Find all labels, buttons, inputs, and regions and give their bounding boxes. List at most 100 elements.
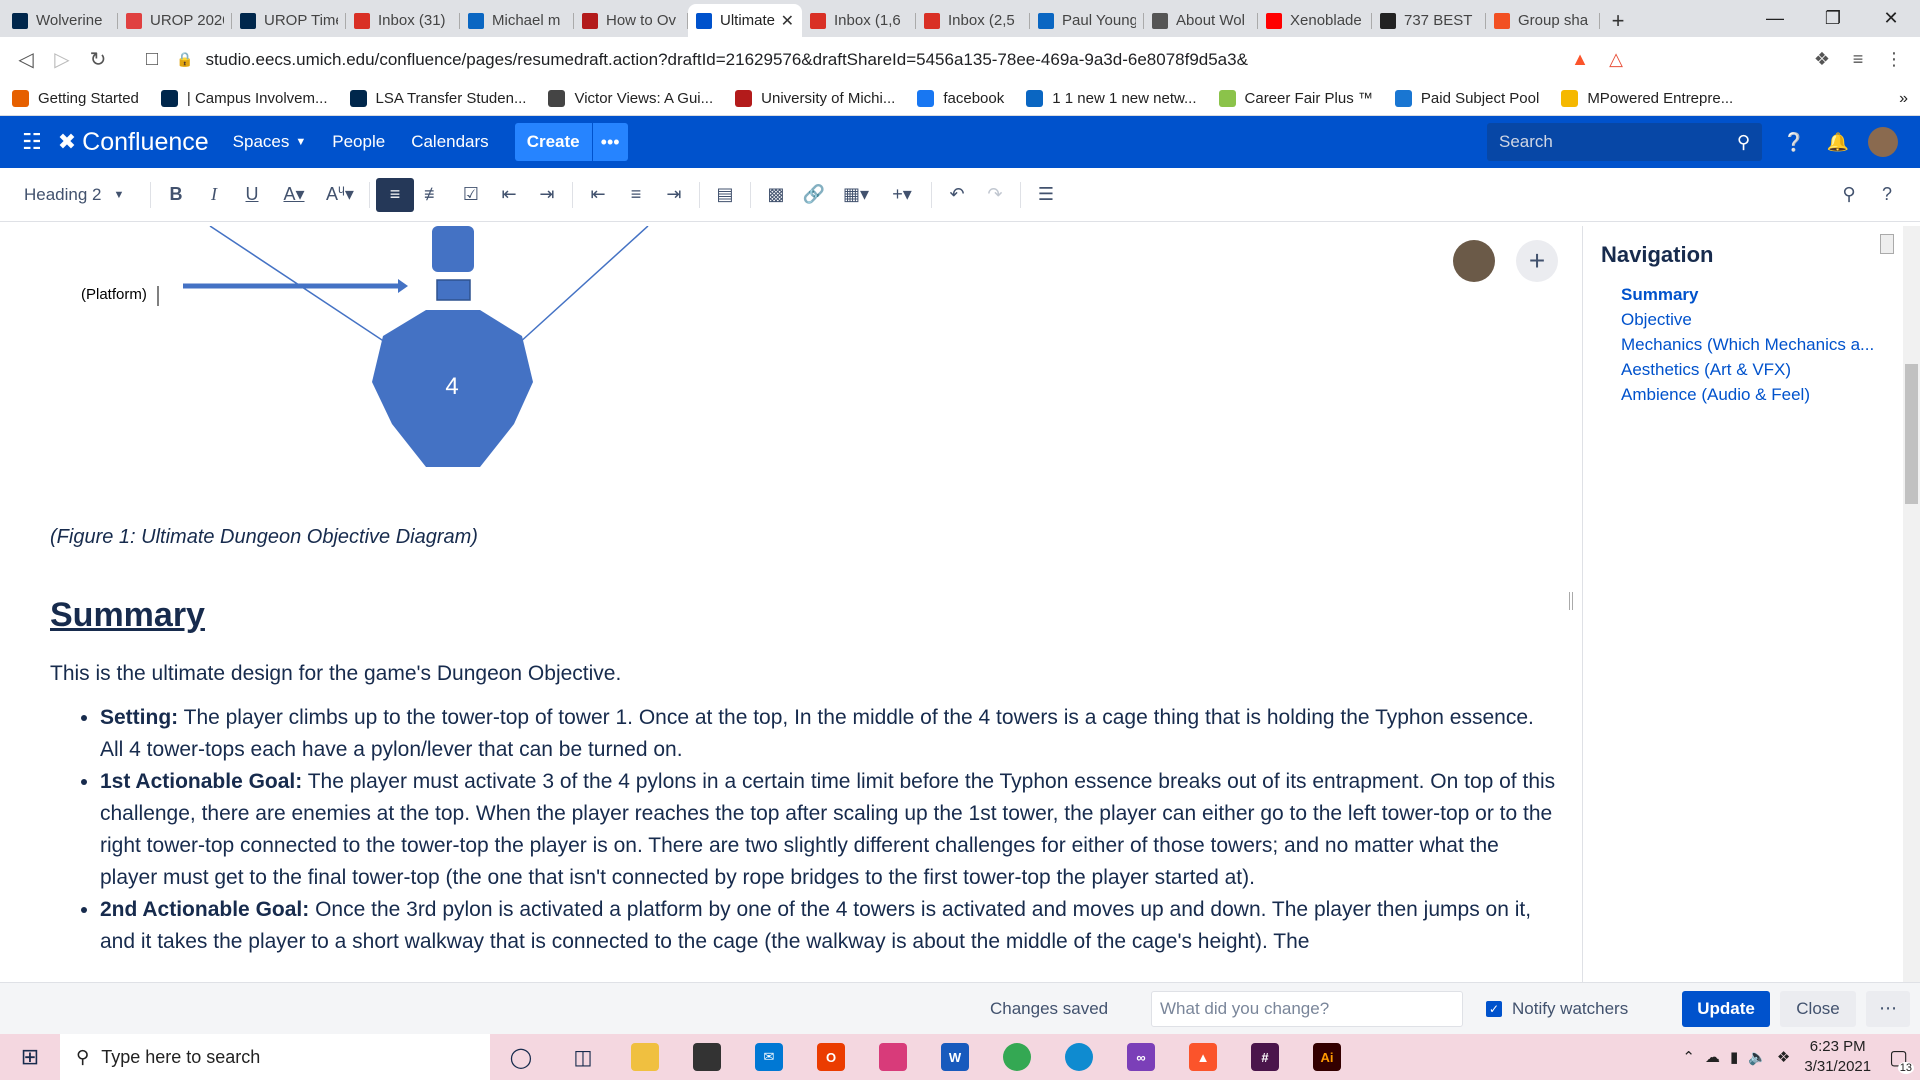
taskbar-search-input[interactable]: ⚲ Type here to search — [60, 1034, 490, 1080]
more-options-button[interactable]: ⋯ — [1866, 990, 1910, 1027]
browser-menu-icon[interactable]: ⋮ — [1876, 42, 1912, 78]
brave-icon[interactable]: ▲ — [1172, 1034, 1234, 1080]
list-item[interactable]: 1st Actionable Goal: The player must act… — [100, 766, 1560, 894]
update-button[interactable]: Update — [1682, 990, 1770, 1027]
insert-table-icon[interactable]: ▦▾ — [833, 178, 879, 212]
panel-scroll-handle[interactable] — [1880, 234, 1894, 254]
nav-link-mechanics[interactable]: Mechanics (Which Mechanics a... — [1621, 332, 1920, 357]
intro-paragraph[interactable]: This is the ultimate design for the game… — [50, 658, 1560, 690]
figure-caption[interactable]: (Figure 1: Ultimate Dungeon Objective Di… — [50, 526, 478, 549]
clock[interactable]: 6:23 PM 3/31/2021 — [1804, 1037, 1871, 1077]
extensions-icon[interactable]: ❖ — [1804, 42, 1840, 78]
task-list-icon[interactable]: ☑ — [452, 178, 490, 212]
bookmark-item[interactable]: 1 1 new 1 new netw... — [1026, 90, 1197, 107]
minimize-button[interactable]: — — [1746, 0, 1804, 37]
confluence-logo[interactable]: ✖ Confluence — [58, 128, 209, 157]
reading-list-icon[interactable]: ≡ — [1840, 42, 1876, 78]
store-icon[interactable] — [676, 1034, 738, 1080]
align-right-icon[interactable]: ⇥ — [655, 178, 693, 212]
nav-link-ambience[interactable]: Ambience (Audio & Feel) — [1621, 382, 1920, 407]
back-icon[interactable]: ◁ — [8, 42, 44, 78]
bookmark-item[interactable]: facebook — [917, 90, 1004, 107]
action-center-icon[interactable]: ▢ 13 — [1889, 1045, 1914, 1074]
document-body[interactable]: This is the ultimate design for the game… — [50, 658, 1560, 958]
edge-icon[interactable] — [1048, 1034, 1110, 1080]
browser-tab[interactable]: Wolverine — [4, 4, 118, 37]
visual-studio-icon[interactable]: ∞ — [1110, 1034, 1172, 1080]
align-center-icon[interactable]: ≡ — [617, 178, 655, 212]
close-button[interactable]: Close — [1780, 990, 1856, 1027]
task-view-icon[interactable]: ◫ — [552, 1034, 614, 1080]
word-icon[interactable]: W — [924, 1034, 986, 1080]
browser-tab[interactable]: How to Ov — [574, 4, 688, 37]
text-color-icon[interactable]: A▾ — [271, 178, 317, 212]
tab-close-icon[interactable]: ✕ — [781, 11, 794, 31]
mail-icon[interactable]: ✉ — [738, 1034, 800, 1080]
objective-diagram[interactable]: 4 (Platform) — [0, 226, 700, 476]
browser-tab[interactable]: UROP 2020 — [118, 4, 232, 37]
new-tab-button[interactable]: + — [1600, 4, 1636, 37]
onedrive-icon[interactable]: ☁ — [1705, 1048, 1720, 1066]
add-collaborator-button[interactable]: + — [1516, 240, 1558, 282]
browser-tab[interactable]: Xenoblade — [1258, 4, 1372, 37]
create-more-button[interactable]: ••• — [591, 123, 628, 161]
summary-heading[interactable]: Summary — [50, 596, 205, 635]
list-item[interactable]: Setting: The player climbs up to the tow… — [100, 702, 1560, 766]
search-input[interactable]: Search ⚲ — [1487, 123, 1762, 161]
browser-tab[interactable]: UROP Timesheet — [232, 4, 346, 37]
brave-rewards-icon[interactable]: △ — [1598, 42, 1634, 78]
table-of-contents-icon[interactable]: ☰ — [1027, 178, 1065, 212]
dropbox-icon[interactable]: ❖ — [1777, 1048, 1790, 1066]
create-button[interactable]: Create — [514, 123, 592, 161]
reload-icon[interactable]: ↻ — [80, 42, 116, 78]
bookmark-item[interactable]: | Campus Involvem... — [160, 90, 328, 107]
help-icon[interactable]: ❔ — [1772, 132, 1816, 153]
undo-icon[interactable]: ↶ — [938, 178, 976, 212]
bookmark-item[interactable]: University of Michi... — [735, 90, 895, 107]
chrome-icon[interactable] — [986, 1034, 1048, 1080]
bookmark-item[interactable]: Getting Started — [12, 90, 139, 107]
underline-icon[interactable]: U — [233, 178, 271, 212]
user-avatar[interactable] — [1868, 127, 1898, 157]
scrollbar-thumb[interactable] — [1905, 364, 1918, 504]
illustrator-icon[interactable]: Ai — [1296, 1034, 1358, 1080]
browser-tab[interactable]: Inbox (31) — [346, 4, 460, 37]
text-style-dropdown[interactable]: Heading 2 ▼ — [14, 185, 144, 205]
nav-link-summary[interactable]: Summary — [1621, 282, 1920, 307]
collaborator-avatar[interactable] — [1453, 240, 1495, 282]
page-layout-icon[interactable]: ▤ — [706, 178, 744, 212]
bookmark-item[interactable]: Victor Views: A Gui... — [548, 90, 713, 107]
nav-calendars[interactable]: Calendars — [411, 132, 489, 152]
bookmark-item[interactable]: MPowered Entrepre... — [1561, 90, 1733, 107]
windows-start-icon[interactable]: ⊞ — [0, 1044, 60, 1070]
browser-tab[interactable]: 737 BEST — [1372, 4, 1486, 37]
editor-canvas[interactable]: 4 (Platform) (Figure 1: Ultimate Dungeon… — [0, 226, 1583, 982]
browser-tab[interactable]: Group sha — [1486, 4, 1600, 37]
window-close-button[interactable]: ✕ — [1862, 0, 1920, 37]
panel-resize-handle[interactable] — [1569, 592, 1573, 610]
notifications-icon[interactable]: 🔔 — [1816, 132, 1860, 153]
redo-icon[interactable]: ↷ — [976, 178, 1014, 212]
insert-link-icon[interactable]: 🔗 — [795, 178, 833, 212]
nav-people[interactable]: People — [332, 132, 385, 152]
indent-icon[interactable]: ⇥ — [528, 178, 566, 212]
find-replace-icon[interactable]: ⚲ — [1830, 178, 1868, 212]
nav-link-aesthetics[interactable]: Aesthetics (Art & VFX) — [1621, 357, 1920, 382]
browser-tab[interactable]: Michael m — [460, 4, 574, 37]
battery-icon[interactable]: ▮ — [1730, 1048, 1738, 1066]
forward-icon[interactable]: ▷ — [44, 42, 80, 78]
bookmark-item[interactable]: LSA Transfer Studen... — [349, 90, 526, 107]
change-comment-input[interactable]: What did you change? — [1151, 990, 1463, 1027]
bookmarks-overflow-icon[interactable]: » — [1899, 90, 1908, 108]
browser-tab[interactable]: Paul Young — [1030, 4, 1144, 37]
page-scrollbar[interactable] — [1903, 226, 1920, 982]
italic-icon[interactable]: I — [195, 178, 233, 212]
browser-tab[interactable]: Inbox (1,6 — [802, 4, 916, 37]
notify-watchers-checkbox[interactable]: ✓ Notify watchers — [1486, 999, 1628, 1019]
bookmark-item[interactable]: Career Fair Plus ™ — [1218, 90, 1373, 107]
file-explorer-icon[interactable] — [614, 1034, 676, 1080]
url-text[interactable]: studio.eecs.umich.edu/confluence/pages/r… — [205, 50, 1562, 70]
slack-icon[interactable]: # — [1234, 1034, 1296, 1080]
nav-spaces[interactable]: Spaces ▼ — [233, 132, 307, 152]
outdent-icon[interactable]: ⇤ — [490, 178, 528, 212]
